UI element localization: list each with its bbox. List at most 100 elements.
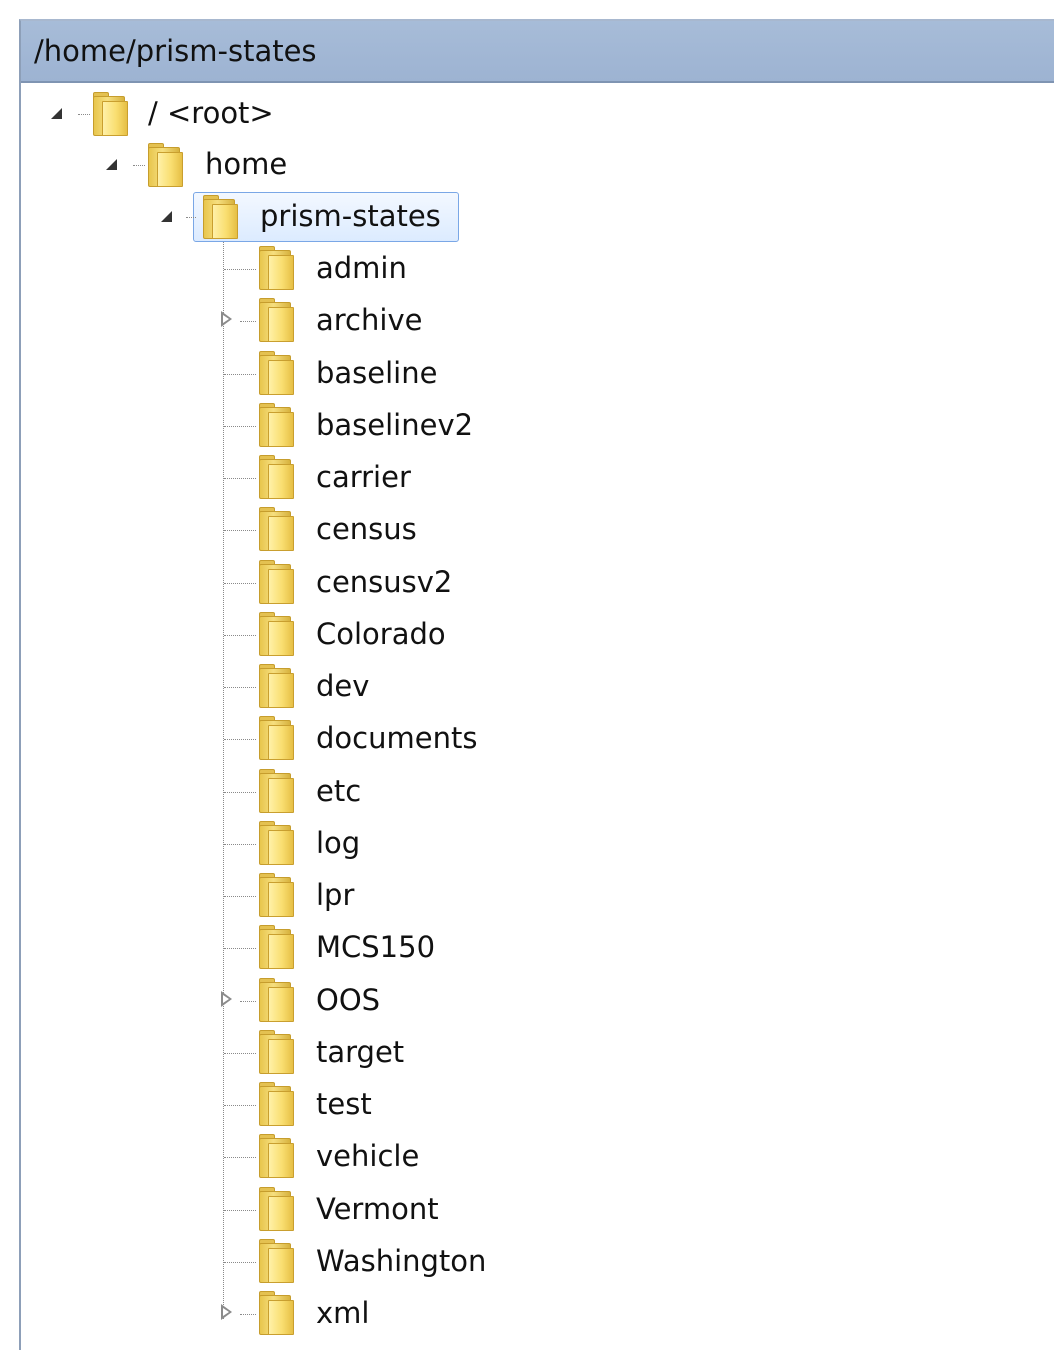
tree-connector <box>224 582 256 584</box>
tree-connector <box>224 1105 256 1106</box>
tree-connector <box>240 1000 256 1002</box>
folder-icon <box>258 350 294 395</box>
folder-icon <box>258 1186 294 1231</box>
tree-connector <box>133 165 145 166</box>
expanded-triangle-icon[interactable] <box>50 106 66 122</box>
tree-node-child[interactable]: censusv2 <box>216 558 536 606</box>
folder-icon <box>258 507 294 552</box>
tree-node-child[interactable]: Washington <box>216 1237 536 1285</box>
collapsed-triangle-icon[interactable] <box>218 1304 234 1320</box>
folder-icon <box>258 873 294 917</box>
tree-connector <box>186 217 196 218</box>
tree-node-label: dev <box>316 669 370 703</box>
tree-node-child[interactable]: xml <box>216 1289 536 1337</box>
folder-icon <box>202 195 238 239</box>
tree-node-label: lpr <box>316 878 355 912</box>
folder-icon <box>258 925 294 970</box>
tree-node-child[interactable]: Vermont <box>216 1185 536 1233</box>
tree-node-label: Washington <box>316 1243 487 1278</box>
tree-node-label: Colorado <box>316 616 446 651</box>
folder-icon <box>92 92 128 136</box>
folder-tree: / <root> home prism-states admin archive b… <box>0 0 1054 1350</box>
tree-node-label: etc <box>316 773 362 808</box>
folder-icon <box>258 246 294 290</box>
tree-node-label: baselinev2 <box>316 407 474 442</box>
folder-icon <box>258 611 294 656</box>
folder-icon <box>258 1291 294 1335</box>
folder-icon <box>258 1082 294 1126</box>
tree-node-child[interactable]: admin <box>216 244 536 292</box>
tree-node-label: prism-states <box>260 199 441 233</box>
folder-icon <box>258 455 294 499</box>
tree-node-child[interactable]: baselinev2 <box>216 401 536 449</box>
folder-icon <box>258 1029 294 1074</box>
tree-node-child[interactable]: target <box>216 1028 536 1076</box>
tree-node-prism-states[interactable]: prism-states <box>160 193 460 241</box>
tree-node-label: log <box>316 825 361 860</box>
tree-node-label: archive <box>316 303 423 338</box>
folder-icon <box>258 1238 294 1283</box>
folder-icon <box>258 298 294 343</box>
tree-node-child[interactable]: census <box>216 505 536 553</box>
tree-connector <box>78 114 90 115</box>
folder-icon <box>258 820 294 865</box>
tree-node-child[interactable]: carrier <box>216 453 536 501</box>
tree-connector <box>240 1314 256 1315</box>
tree-node-child[interactable]: test <box>216 1080 536 1128</box>
tree-node-child[interactable]: log <box>216 819 536 867</box>
tree-node-label: OOS <box>316 982 381 1017</box>
tree-node-root[interactable]: / <root> <box>50 90 310 138</box>
folder-icon <box>258 977 294 1022</box>
tree-connector <box>224 791 256 793</box>
tree-connector <box>224 1261 256 1263</box>
tree-connector <box>224 634 256 636</box>
tree-node-child[interactable]: baseline <box>216 349 536 397</box>
expanded-triangle-icon[interactable] <box>160 209 176 225</box>
tree-connector <box>224 1157 256 1159</box>
folder-icon <box>258 559 294 604</box>
folder-icon <box>258 1134 294 1179</box>
expanded-triangle-icon[interactable] <box>105 157 121 173</box>
tree-node-child[interactable]: lpr <box>216 871 536 919</box>
tree-node-label: baseline <box>316 355 438 390</box>
tree-node-label: census <box>316 512 417 547</box>
tree-connector <box>240 321 256 323</box>
tree-node-child[interactable]: etc <box>216 767 536 815</box>
tree-node-child[interactable]: dev <box>216 662 536 710</box>
collapsed-triangle-icon[interactable] <box>218 311 234 328</box>
tree-connector <box>224 425 256 427</box>
tree-node-child[interactable]: vehicle <box>216 1132 536 1180</box>
tree-connector <box>224 530 256 532</box>
tree-connector <box>224 948 256 950</box>
collapsed-triangle-icon[interactable] <box>218 990 234 1007</box>
folder-icon <box>258 768 294 813</box>
folder-icon <box>258 716 294 761</box>
tree-node-child[interactable]: Colorado <box>216 610 536 658</box>
tree-node-label: carrier <box>316 460 411 494</box>
tree-node-child[interactable]: archive <box>216 296 536 344</box>
tree-connector <box>224 269 256 270</box>
tree-node-child[interactable]: OOS <box>216 976 536 1024</box>
folder-icon <box>147 143 183 187</box>
tree-node-label: xml <box>316 1296 370 1330</box>
tree-node-label: MCS150 <box>316 930 436 965</box>
tree-node-label: / <root> <box>148 96 274 130</box>
folder-icon <box>258 664 294 708</box>
tree-connector <box>224 843 256 845</box>
tree-connector <box>224 739 256 741</box>
tree-node-label: censusv2 <box>316 564 453 599</box>
tree-node-label: Vermont <box>316 1191 439 1226</box>
tree-connector <box>224 373 256 375</box>
tree-connector <box>224 478 256 479</box>
tree-node-label: documents <box>316 721 478 756</box>
tree-connector <box>224 1209 256 1211</box>
tree-node-label: target <box>316 1034 405 1069</box>
tree-node-label: admin <box>316 251 407 285</box>
tree-connector <box>224 1052 256 1054</box>
tree-node-label: home <box>205 147 288 181</box>
tree-node-home[interactable]: home <box>105 141 365 189</box>
tree-node-child[interactable]: documents <box>216 714 536 762</box>
folder-icon <box>258 402 294 447</box>
tree-node-child[interactable]: MCS150 <box>216 923 536 971</box>
tree-node-label: vehicle <box>316 1139 420 1174</box>
